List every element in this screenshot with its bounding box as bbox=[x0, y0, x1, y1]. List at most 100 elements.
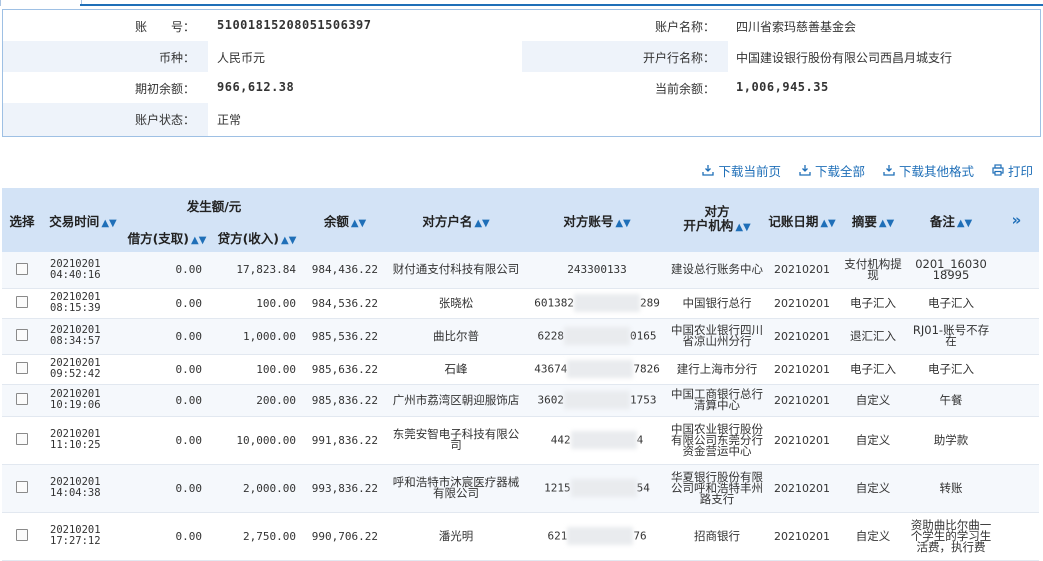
row-select-cell[interactable] bbox=[2, 512, 42, 561]
transaction-table: 选择 交易时间 ▲▼ 发生额/元 余额 ▲▼ 对方户名 ▲▼ 对方账号 ▲▼ 对方 开户机… bbox=[2, 188, 1040, 561]
summary: 电子汇入 bbox=[838, 288, 909, 319]
counterparty-name: 张晓松 bbox=[386, 288, 527, 319]
download-other-format-button[interactable]: 下载其他格式 bbox=[883, 162, 974, 179]
col-time[interactable]: 交易时间 ▲▼ bbox=[42, 188, 124, 252]
current-balance: 1,006,945.35 bbox=[736, 80, 829, 94]
masked-account-blur bbox=[567, 527, 634, 545]
table-row[interactable]: 20210201 10:19:06 0.00 200.00 985,836.22 广州市荔… bbox=[2, 384, 1040, 417]
debit-amount: 0.00 bbox=[124, 318, 210, 355]
download-all-button[interactable]: 下载全部 bbox=[799, 162, 865, 179]
balance-amount: 991,836.22 bbox=[304, 416, 387, 465]
col-credit[interactable]: 贷方(收入) ▲▼ bbox=[210, 222, 305, 252]
balance-amount: 985,536.22 bbox=[304, 318, 387, 355]
row-extra-cell bbox=[994, 318, 1040, 355]
col-summary[interactable]: 摘要 ▲▼ bbox=[838, 188, 909, 252]
row-extra-cell bbox=[994, 512, 1040, 561]
counterparty-name: 财付通支付科技有限公司 bbox=[386, 252, 527, 289]
double-chevron-right-icon[interactable]: » bbox=[1012, 211, 1022, 229]
sort-icon[interactable]: ▲▼ bbox=[351, 218, 366, 229]
remark: 转账 bbox=[908, 464, 995, 513]
masked-account-blur bbox=[570, 479, 637, 497]
row-checkbox[interactable] bbox=[16, 329, 28, 341]
balance-amount: 993,836.22 bbox=[304, 464, 387, 513]
row-select-cell[interactable] bbox=[2, 464, 42, 513]
row-checkbox[interactable] bbox=[16, 362, 28, 374]
col-balance[interactable]: 余额 ▲▼ bbox=[304, 188, 387, 252]
row-checkbox[interactable] bbox=[16, 296, 28, 308]
col-remark[interactable]: 备注 ▲▼ bbox=[908, 188, 995, 252]
row-select-cell[interactable] bbox=[2, 354, 42, 385]
download-icon bbox=[799, 165, 811, 176]
sort-icon[interactable]: ▲▼ bbox=[879, 218, 894, 229]
counter-account: 3602 1753 bbox=[526, 384, 669, 417]
col-counterparty[interactable]: 对方户名 ▲▼ bbox=[386, 188, 527, 252]
row-checkbox[interactable] bbox=[16, 262, 28, 275]
row-select-cell[interactable] bbox=[2, 252, 42, 289]
row-checkbox[interactable] bbox=[16, 393, 28, 405]
col-post-date[interactable]: 记账日期 ▲▼ bbox=[766, 188, 839, 252]
opening-balance: 966,612.38 bbox=[217, 80, 295, 94]
sort-icon[interactable]: ▲▼ bbox=[281, 235, 296, 246]
table-row[interactable]: 20210201 08:34:57 0.00 1,000.00 985,536.22 曲比… bbox=[2, 318, 1040, 355]
balance-amount: 985,836.22 bbox=[304, 384, 387, 417]
counter-org: 华夏银行股份有限公司呼和浩特丰州路支行 bbox=[668, 464, 767, 513]
printer-icon bbox=[992, 164, 1004, 176]
table-row[interactable]: 20210201 17:27:12 0.00 2,750.00 990,706.22 潘光… bbox=[2, 512, 1040, 561]
row-select-cell[interactable] bbox=[2, 318, 42, 355]
sort-icon[interactable]: ▲▼ bbox=[191, 235, 206, 246]
row-checkbox[interactable] bbox=[16, 433, 28, 445]
active-tab[interactable] bbox=[0, 0, 82, 6]
table-row[interactable]: 20210201 14:04:38 0.00 2,000.00 993,836.22 呼和… bbox=[2, 464, 1040, 513]
col-counter-account[interactable]: 对方账号 ▲▼ bbox=[526, 188, 669, 252]
sort-icon[interactable]: ▲▼ bbox=[957, 218, 972, 229]
current-balance-label: 当前余额： bbox=[654, 82, 715, 96]
summary: 自定义 bbox=[838, 464, 909, 513]
row-select-cell[interactable] bbox=[2, 416, 42, 465]
counter-account: 43674 7826 bbox=[526, 354, 669, 385]
table-row[interactable]: 20210201 11:10:25 0.00 10,000.00 991,836.22 东… bbox=[2, 416, 1040, 465]
sort-icon[interactable]: ▲▼ bbox=[101, 218, 116, 229]
credit-amount: 17,823.84 bbox=[210, 252, 305, 289]
remark: 0201_16030 18995 bbox=[908, 252, 995, 289]
row-checkbox[interactable] bbox=[16, 481, 28, 493]
more-columns-button[interactable]: » bbox=[994, 188, 1040, 252]
row-extra-cell bbox=[994, 354, 1040, 385]
row-select-cell[interactable] bbox=[2, 384, 42, 417]
credit-amount: 100.00 bbox=[210, 288, 305, 319]
col-amount-group: 发生额/元 bbox=[124, 188, 305, 222]
remark: 电子汇入 bbox=[908, 288, 995, 319]
account-status-label: 账户状态： bbox=[134, 113, 195, 127]
table-row[interactable]: 20210201 09:52:42 0.00 100.00 985,636.22 石峰 43… bbox=[2, 354, 1040, 385]
remark: RJ01-账号不存在 bbox=[908, 318, 995, 355]
trade-time: 20210201 14:04:38 bbox=[42, 464, 124, 513]
info-row-2: 币种： 人民币元 开户行名称： 中国建设银行股份有限公司西昌月城支行 bbox=[3, 41, 1040, 72]
trade-time: 20210201 08:15:39 bbox=[42, 288, 124, 319]
summary: 自定义 bbox=[838, 384, 909, 417]
remark: 资助曲比尔曲一个学生的学习生活费，执行费 bbox=[908, 512, 995, 561]
row-checkbox[interactable] bbox=[16, 529, 28, 541]
counter-account: 442 4 bbox=[526, 416, 669, 465]
debit-amount: 0.00 bbox=[124, 354, 210, 385]
table-row[interactable]: 20210201 08:15:39 0.00 100.00 984,536.22 张晓松 6… bbox=[2, 288, 1040, 319]
row-extra-cell bbox=[994, 288, 1040, 319]
row-select-cell[interactable] bbox=[2, 288, 42, 319]
sort-icon[interactable]: ▲▼ bbox=[735, 222, 750, 233]
trade-time: 20210201 11:10:25 bbox=[42, 416, 124, 465]
sort-icon[interactable]: ▲▼ bbox=[615, 218, 630, 229]
account-name-label: 账户名称： bbox=[654, 20, 715, 34]
tab-underline bbox=[80, 4, 1043, 6]
debit-amount: 0.00 bbox=[124, 252, 210, 289]
counter-org: 中国农业银行股份有限公司东莞分行资金营运中心 bbox=[668, 416, 767, 465]
opening-balance-label: 期初余额： bbox=[134, 82, 195, 96]
sort-icon[interactable]: ▲▼ bbox=[474, 218, 489, 229]
col-debit[interactable]: 借方(支取) ▲▼ bbox=[124, 222, 210, 252]
balance-amount: 984,536.22 bbox=[304, 288, 387, 319]
sort-icon[interactable]: ▲▼ bbox=[820, 218, 835, 229]
table-row[interactable]: 20210201 04:40:16 0.00 17,823.84 984,436.22 财… bbox=[2, 252, 1040, 289]
trade-time: 20210201 17:27:12 bbox=[42, 512, 124, 561]
col-counter-org[interactable]: 对方 开户机构 ▲▼ bbox=[668, 188, 767, 252]
print-button[interactable]: 打印 bbox=[992, 162, 1033, 179]
row-extra-cell bbox=[994, 464, 1040, 513]
download-icon bbox=[883, 165, 895, 176]
download-page-button[interactable]: 下载当前页 bbox=[702, 162, 781, 179]
